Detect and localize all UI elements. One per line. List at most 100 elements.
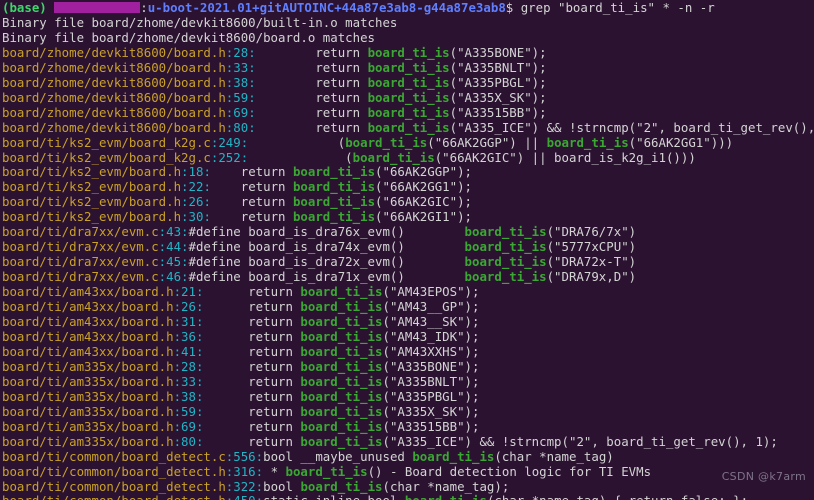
grep-result-prefix: return [203, 418, 301, 434]
grep-result-prefix: static inline bool [263, 493, 405, 500]
grep-result-linenumber: 322 [233, 478, 256, 494]
grep-result-prefix: return [203, 433, 301, 449]
grep-result-line: board/zhome/devkit8600/board.h:69: retur… [2, 104, 814, 121]
grep-result-prefix: return [255, 44, 368, 60]
grep-result-filename: board/ti/am335x/board.h [2, 373, 174, 389]
grep-match-token: board_ti_is [292, 179, 376, 195]
grep-result-filename: board/ti/am43xx/board.h [2, 314, 174, 330]
grep-result-linenumber: 69 [233, 104, 249, 120]
grep-match-token: board_ti_is [367, 89, 450, 105]
grep-match-token: board_ti_is [300, 433, 383, 449]
grep-result-filename: board/ti/dra7xx/evm.c [2, 254, 159, 270]
grep-match-token: board_ti_is [464, 224, 547, 240]
grep-result-line: board/ti/am335x/board.h:69: return board… [2, 418, 814, 435]
grep-field-separator: : [173, 388, 182, 404]
grep-field-separator: : [173, 343, 182, 359]
grep-result-filename: board/ti/dra7xx/evm.c [2, 224, 159, 240]
grep-result-suffix: ("5777xCPU") [546, 239, 637, 255]
grep-result-suffix: ("A335PBGL"); [449, 74, 547, 90]
grep-field-separator: : [181, 164, 189, 180]
grep-result-suffix: ("66AK2GGP"); [375, 164, 473, 180]
grep-field-separator: : [173, 314, 182, 330]
grep-result-filename: board/zhome/devkit8600/board.h [2, 119, 226, 135]
grep-results-list: board/zhome/devkit8600/board.h: 28: retur… [2, 44, 814, 500]
grep-field-separator: : [173, 433, 182, 449]
grep-result-filename: board/ti/am43xx/board.h [2, 284, 174, 300]
grep-field-separator: : [248, 104, 256, 120]
grep-result-filename: board/ti/common/board_detect.c [2, 448, 226, 464]
grep-result-linenumber: 44 [166, 239, 182, 255]
grep-result-line: board/ti/am43xx/board.h:21: return board… [2, 284, 814, 300]
grep-result-linenumber: 252 [218, 149, 241, 165]
grep-result-linenumber: 31 [181, 314, 196, 330]
grep-field-separator: : [203, 179, 211, 195]
grep-result-prefix: return [203, 328, 301, 344]
grep-match-token: board_ti_is [464, 254, 547, 270]
grep-result-line: board/ti/am335x/board.h:33: return board… [2, 373, 814, 390]
grep-result-linenumber: 28 [233, 44, 249, 60]
grep-result-line: board/zhome/devkit8600/board.h:80: retur… [2, 119, 814, 136]
grep-result-prefix: return [210, 164, 293, 180]
grep-result-prefix: bool __maybe_unused [263, 448, 413, 464]
grep-field-separator: : [248, 44, 256, 60]
grep-result-prefix: return [203, 403, 301, 419]
grep-result-prefix: return [255, 104, 368, 120]
grep-result-linenumber: 59 [233, 89, 249, 105]
grep-field-separator: : [181, 269, 189, 285]
grep-result-linenumber: 450 [233, 493, 255, 500]
terminal-window[interactable]: (base) : u-boot-2021.01+gitAUTOINC+44a87e… [0, 0, 814, 500]
grep-result-line: board/ti/dra7xx/evm.c:44:#define board_i… [2, 239, 814, 255]
grep-result-linenumber: 556 [233, 448, 256, 464]
grep-result-prefix: return [203, 284, 301, 300]
grep-result-suffix: ("66AK2GI1"); [375, 209, 473, 225]
grep-result-filename: board/ti/common/board_detect.h [2, 493, 226, 500]
grep-result-filename: board/ti/ks2_evm/board.h [2, 179, 182, 195]
grep-result-linenumber: 59 [181, 403, 196, 419]
grep-field-separator: : [173, 418, 182, 434]
grep-field-separator: : [255, 463, 264, 479]
grep-result-line: board/ti/am335x/board.h:80: return board… [2, 433, 814, 450]
grep-result-line: board/ti/am335x/board.h:38: return board… [2, 388, 814, 405]
grep-match-token: board_ti_is [292, 194, 376, 210]
grep-result-filename: board/ti/am43xx/board.h [2, 328, 174, 344]
grep-result-suffix: ("A335BONE"); [449, 44, 547, 60]
grep-result-prefix: return [203, 343, 301, 359]
grep-result-suffix: ("A335_ICE") && !strncmp("2", board_ti_g… [449, 119, 814, 135]
grep-result-prefix: return [203, 314, 301, 330]
grep-result-suffix: ("A335_ICE") && !strncmp("2", board_ti_g… [382, 433, 778, 449]
grep-result-line: board/ti/common/board_detect.h:322:bool … [2, 478, 814, 495]
prompt-line: (base) :u-boot-2021.01+gitAUTOINC+44a87e… [2, 0, 814, 16]
terminal-screen[interactable]: (base) : u-boot-2021.01+gitAUTOINC+44a87e… [0, 0, 814, 500]
grep-result-line: board/zhome/devkit8600/board.h:38: retur… [2, 74, 814, 91]
grep-result-prefix: return [255, 59, 368, 75]
grep-result-prefix: #define board_is_dra74x_evm() [188, 239, 465, 255]
prompt-separator: : [140, 0, 148, 15]
grep-result-line: board/ti/ks2_evm/board_k2g.c:249: (board… [2, 134, 814, 151]
grep-result-filename: board/zhome/devkit8600/board.h [2, 74, 226, 90]
grep-field-separator: : [181, 254, 189, 270]
grep-result-linenumber: 38 [233, 74, 249, 90]
grep-result-linenumber: 249 [218, 134, 241, 150]
grep-result-line: board/ti/common/board_detect.h:450:stati… [2, 493, 814, 500]
grep-result-filename: board/ti/ks2_evm/board_k2g.c [2, 134, 211, 150]
redacted-user-host-block [54, 2, 141, 13]
grep-result-suffix: ("66AK2GGP") || [427, 134, 547, 150]
grep-match-token: board_ti_is [464, 239, 547, 255]
grep-result-filename: board/ti/common/board_detect.h [2, 478, 226, 494]
grep-match-token: board_ti_is [345, 134, 428, 150]
grep-result-suffix: ("66AK2GIC"); [375, 194, 473, 210]
grep-field-separator: : [181, 179, 189, 195]
grep-result-line: board/ti/ks2_evm/board.h:22: return boar… [2, 179, 814, 195]
grep-result-prefix: bool [263, 478, 301, 494]
grep-result-filename: board/ti/am43xx/board.h [2, 299, 174, 315]
grep-result-suffix: ("DRA79x,D") [546, 269, 637, 285]
grep-result-linenumber: 316 [233, 463, 256, 479]
grep-match-token: board_ti_is [300, 328, 383, 344]
grep-field-separator: : [181, 194, 189, 210]
grep-field-separator: : [203, 209, 211, 225]
grep-result-line: board/ti/ks2_evm/board.h:18: return boar… [2, 165, 814, 180]
grep-match-token: board_ti_is [352, 149, 435, 165]
grep-result-prefix: return [203, 299, 301, 315]
grep-result-filename: board/ti/am335x/board.h [2, 358, 174, 374]
grep-result-suffix: ("AM43EPOS"); [382, 284, 480, 300]
